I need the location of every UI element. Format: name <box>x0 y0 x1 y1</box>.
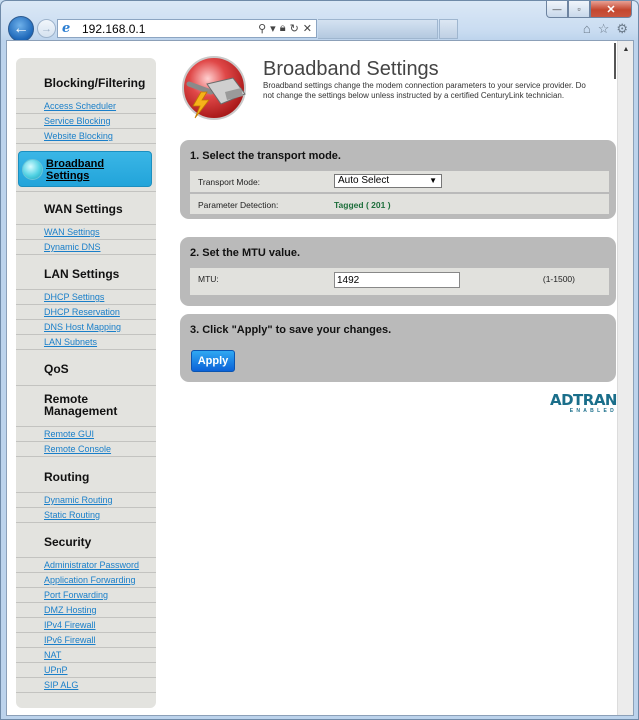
address-bar[interactable]: e 192.168.0.1 ⚲ ▾ 🔒︎ ↻ ✕ <box>57 19 317 38</box>
home-icon[interactable]: ⌂ <box>583 21 591 37</box>
arrow-left-icon: ← <box>13 20 29 37</box>
sidebar-heading-wan: WAN Settings <box>44 202 123 216</box>
sidebar-link-administrator-password[interactable]: Administrator Password <box>16 558 156 573</box>
page-viewport: Blocking/Filtering Access Scheduler Serv… <box>6 40 634 716</box>
mtu-input[interactable] <box>334 272 460 288</box>
sidebar-heading-lan: LAN Settings <box>44 267 120 281</box>
minimize-button[interactable]: — <box>546 1 568 18</box>
mtu-range-hint: (1-1500) <box>542 274 575 284</box>
sidebar-link-dynamic-dns[interactable]: Dynamic DNS <box>16 240 156 255</box>
sidebar-heading-routing: Routing <box>44 470 90 484</box>
broadband-cable-icon <box>182 56 246 120</box>
forward-button[interactable]: → <box>37 19 56 38</box>
search-icon[interactable]: ⚲ <box>258 22 266 35</box>
sidebar-link-remote-console[interactable]: Remote Console <box>16 442 156 457</box>
sidebar-item-label: Broadband Settings <box>46 158 105 182</box>
ie-logo-icon: e <box>62 20 71 36</box>
sidebar: Blocking/Filtering Access Scheduler Serv… <box>16 58 156 708</box>
apply-panel: 3. Click "Apply" to save your changes. A… <box>180 314 616 382</box>
transport-mode-row: Transport Mode: Auto Select ▼ <box>190 171 609 192</box>
sidebar-heading-blocking: Blocking/Filtering <box>44 76 146 90</box>
window-controls: — ▫ ✕ <box>546 1 632 19</box>
lock-icon[interactable]: 🔒︎ <box>280 22 286 35</box>
transport-mode-select[interactable]: Auto Select ▼ <box>334 174 442 188</box>
adtran-logo: ADTRAN ENABLED <box>549 391 618 414</box>
apply-button[interactable]: Apply <box>191 350 235 372</box>
parameter-detection-row: Parameter Detection: Tagged ( 201 ) <box>190 194 609 214</box>
arrow-right-icon: → <box>41 22 52 35</box>
browser-tab[interactable] <box>318 19 438 39</box>
sidebar-link-dmz-hosting[interactable]: DMZ Hosting <box>16 603 156 618</box>
browser-toolbar: ⌂ ☆ ⚙ <box>583 21 628 37</box>
restore-button[interactable]: ▫ <box>568 1 590 18</box>
sidebar-heading-qos[interactable]: QoS <box>16 362 156 376</box>
scroll-thumb[interactable] <box>614 43 616 79</box>
page-title: Broadband Settings <box>263 58 439 80</box>
sidebar-link-static-routing[interactable]: Static Routing <box>16 508 156 523</box>
parameter-detection-value: Tagged ( 201 ) <box>334 200 391 210</box>
divider <box>16 385 156 386</box>
sidebar-link-service-blocking[interactable]: Service Blocking <box>16 114 156 129</box>
sidebar-link-sip-alg[interactable]: SIP ALG <box>16 678 156 693</box>
sidebar-link-dhcp-settings[interactable]: DHCP Settings <box>16 290 156 305</box>
sidebar-link-lan-subnets[interactable]: LAN Subnets <box>16 335 156 350</box>
parameter-detection-label: Parameter Detection: <box>198 200 279 210</box>
sidebar-link-wan-settings[interactable]: WAN Settings <box>16 225 156 240</box>
page-description: Broadband settings change the modem conn… <box>263 81 586 100</box>
settings-icon[interactable]: ⚙ <box>616 21 628 37</box>
back-button[interactable]: ← <box>8 16 34 42</box>
address-input[interactable]: 192.168.0.1 <box>82 22 258 36</box>
sidebar-link-dns-host-mapping[interactable]: DNS Host Mapping <box>16 320 156 335</box>
sidebar-link-dhcp-reservation[interactable]: DHCP Reservation <box>16 305 156 320</box>
mtu-panel: 2. Set the MTU value. MTU: (1-1500) <box>180 237 616 306</box>
divider <box>16 191 156 192</box>
mtu-label: MTU: <box>198 274 219 284</box>
browser-window: — ▫ ✕ ← → e 192.168.0.1 ⚲ ▾ 🔒︎ ↻ ✕ ⌂ ☆ ⚙… <box>0 0 639 720</box>
sidebar-heading-remote-management: Remote Management <box>44 392 118 418</box>
orb-icon <box>22 159 43 180</box>
panel-title: 1. Select the transport mode. <box>190 150 341 162</box>
sidebar-link-access-scheduler[interactable]: Access Scheduler <box>16 99 156 114</box>
transport-mode-panel: 1. Select the transport mode. Transport … <box>180 140 616 219</box>
sidebar-link-website-blocking[interactable]: Website Blocking <box>16 129 156 144</box>
dropdown-arrow-icon: ▼ <box>429 176 437 185</box>
dropdown-icon[interactable]: ▾ <box>270 22 276 35</box>
sidebar-link-upnp[interactable]: UPnP <box>16 663 156 678</box>
mtu-row: MTU: (1-1500) <box>190 268 609 295</box>
sidebar-link-dynamic-routing[interactable]: Dynamic Routing <box>16 493 156 508</box>
sidebar-link-nat[interactable]: NAT <box>16 648 156 663</box>
sidebar-item-broadband-settings[interactable]: Broadband Settings <box>18 151 152 187</box>
stop-icon[interactable]: ✕ <box>303 22 312 35</box>
vertical-scrollbar[interactable]: ▲ <box>614 41 633 715</box>
panel-title: 3. Click "Apply" to save your changes. <box>190 324 392 336</box>
transport-mode-label: Transport Mode: <box>198 177 261 187</box>
favorites-icon[interactable]: ☆ <box>598 21 610 37</box>
sidebar-heading-security: Security <box>44 535 92 549</box>
sidebar-link-remote-gui[interactable]: Remote GUI <box>16 427 156 442</box>
close-button[interactable]: ✕ <box>590 1 632 18</box>
refresh-icon[interactable]: ↻ <box>290 22 299 35</box>
sidebar-link-ipv4-firewall[interactable]: IPv4 Firewall <box>16 618 156 633</box>
sidebar-link-application-forwarding[interactable]: Application Forwarding <box>16 573 156 588</box>
sidebar-link-ipv6-firewall[interactable]: IPv6 Firewall <box>16 633 156 648</box>
new-tab-button[interactable] <box>439 19 458 39</box>
sidebar-link-port-forwarding[interactable]: Port Forwarding <box>16 588 156 603</box>
scroll-up-arrow-icon[interactable]: ▲ <box>618 41 633 57</box>
panel-title: 2. Set the MTU value. <box>190 247 301 259</box>
